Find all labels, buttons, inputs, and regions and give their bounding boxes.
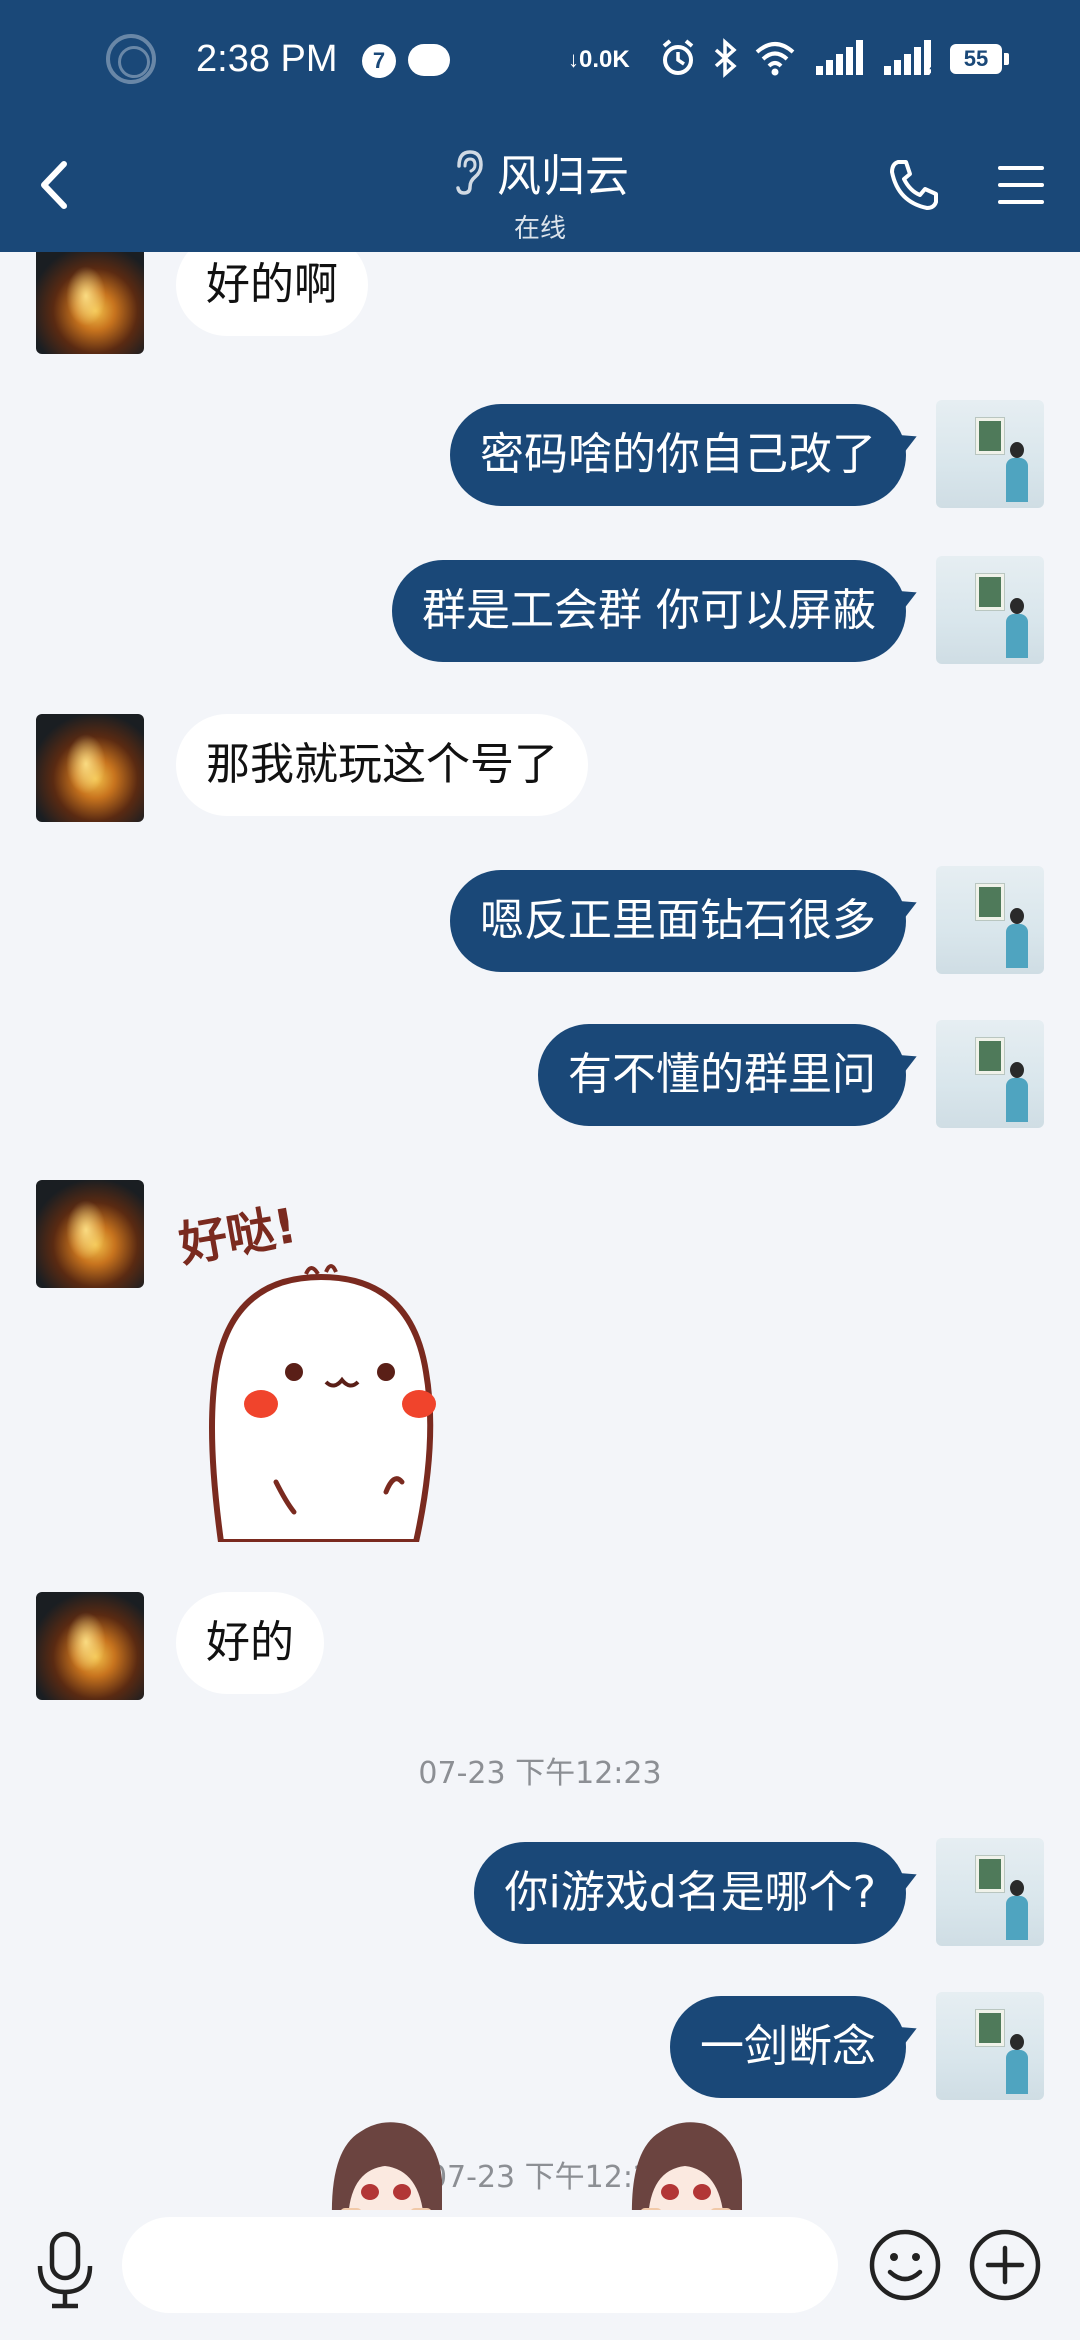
contact-avatar[interactable] bbox=[36, 714, 144, 822]
sticker-image[interactable]: 好哒! bbox=[176, 1182, 476, 1542]
net-speed: ↓0.0K bbox=[568, 46, 630, 73]
message-list[interactable]: 好的啊 密码啥的你自己改了 群是工会群 你可以屏蔽 那我就玩这个号了 嗯反正里面… bbox=[0, 252, 1080, 2210]
my-avatar[interactable] bbox=[936, 1992, 1044, 2100]
my-avatar[interactable] bbox=[936, 400, 1044, 508]
alarm-icon bbox=[662, 39, 694, 75]
peeking-character-icon bbox=[331, 2122, 442, 2220]
message-input[interactable] bbox=[122, 2217, 838, 2313]
contact-avatar[interactable] bbox=[36, 252, 144, 354]
outgoing-message[interactable]: 一剑断念 bbox=[670, 1996, 906, 2098]
status-bar: 2:38 PM 7 ↓0.0K 2 55 bbox=[0, 0, 1080, 120]
incoming-message[interactable]: 好的啊 bbox=[176, 252, 368, 336]
signal-2-icon: 2 bbox=[884, 40, 937, 78]
my-avatar[interactable] bbox=[936, 866, 1044, 974]
message-timestamp: 07-23 下午12:23 bbox=[418, 1756, 662, 1791]
contact-name: 风归云 bbox=[497, 151, 629, 202]
contact-avatar[interactable] bbox=[36, 1592, 144, 1700]
bluetooth-icon bbox=[714, 38, 737, 78]
plus-icon[interactable] bbox=[968, 2228, 1042, 2302]
menu-icon[interactable] bbox=[996, 162, 1046, 208]
notification-count-badge: 7 bbox=[362, 44, 396, 78]
incoming-message[interactable]: 那我就玩这个号了 bbox=[176, 714, 588, 816]
outgoing-message[interactable]: 嗯反正里面钻石很多 bbox=[450, 870, 906, 972]
battery-level: 55 bbox=[950, 44, 1009, 74]
wifi-icon bbox=[755, 42, 795, 76]
sticker-caption: 好哒! bbox=[176, 1198, 301, 1274]
incoming-message[interactable]: 好的 bbox=[176, 1592, 324, 1694]
outgoing-message[interactable]: 有不懂的群里问 bbox=[538, 1024, 906, 1126]
outgoing-message[interactable]: 你i游戏d名是哪个? bbox=[474, 1842, 906, 1944]
mic-icon[interactable] bbox=[30, 2230, 100, 2310]
status-time: 2:38 PM bbox=[196, 38, 338, 80]
ear-icon bbox=[456, 150, 483, 195]
my-avatar[interactable] bbox=[936, 1838, 1044, 1946]
message-timestamp: 07-23 下午12:2 bbox=[427, 2160, 653, 2195]
outgoing-message[interactable]: 群是工会群 你可以屏蔽 bbox=[392, 560, 906, 662]
emoji-icon[interactable] bbox=[868, 2228, 942, 2302]
record-indicator-icon bbox=[106, 34, 156, 84]
chat-header: 2:38 PM 7 ↓0.0K 2 55 风归云 在线 bbox=[0, 0, 1080, 252]
my-avatar[interactable] bbox=[936, 556, 1044, 664]
signal-icon bbox=[816, 40, 863, 75]
peeking-character-icon bbox=[631, 2122, 742, 2220]
contact-avatar[interactable] bbox=[36, 1180, 144, 1288]
svg-text:2: 2 bbox=[929, 63, 937, 78]
phone-icon[interactable] bbox=[884, 154, 944, 214]
outgoing-message[interactable]: 密码啥的你自己改了 bbox=[450, 404, 906, 506]
message-notification-icon bbox=[408, 44, 450, 76]
my-avatar[interactable] bbox=[936, 1020, 1044, 1128]
